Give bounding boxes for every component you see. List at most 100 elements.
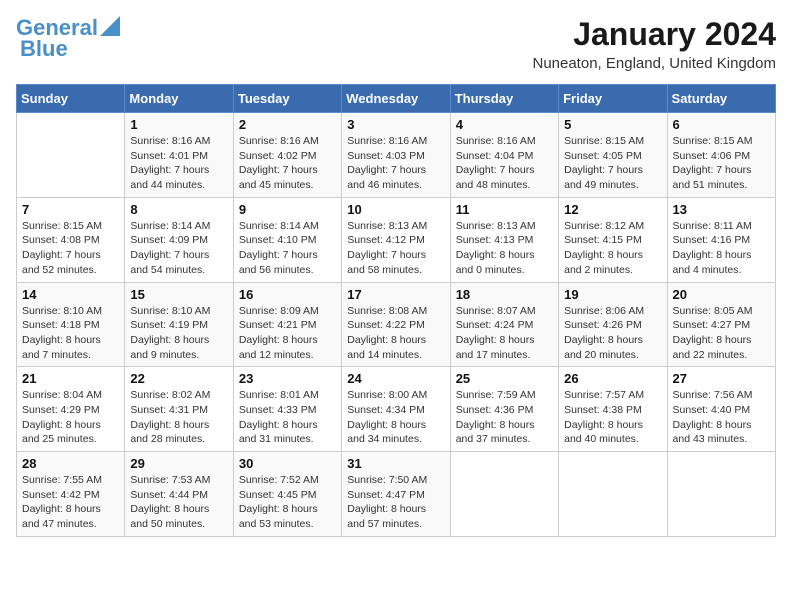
day-number: 2	[239, 117, 336, 132]
weekday-header-sunday: Sunday	[17, 85, 125, 113]
day-info: Sunrise: 8:01 AM Sunset: 4:33 PM Dayligh…	[239, 388, 336, 447]
day-info: Sunrise: 8:14 AM Sunset: 4:10 PM Dayligh…	[239, 219, 336, 278]
calendar-cell: 21 Sunrise: 8:04 AM Sunset: 4:29 PM Dayli…	[17, 367, 125, 452]
day-info: Sunrise: 8:05 AM Sunset: 4:27 PM Dayligh…	[673, 304, 770, 363]
day-info: Sunrise: 8:16 AM Sunset: 4:03 PM Dayligh…	[347, 134, 444, 193]
day-number: 18	[456, 287, 553, 302]
weekday-header-friday: Friday	[559, 85, 667, 113]
calendar-cell: 11 Sunrise: 8:13 AM Sunset: 4:13 PM Dayli…	[450, 197, 558, 282]
weekday-header-tuesday: Tuesday	[233, 85, 341, 113]
day-info: Sunrise: 7:53 AM Sunset: 4:44 PM Dayligh…	[130, 473, 227, 532]
day-number: 29	[130, 456, 227, 471]
day-info: Sunrise: 8:14 AM Sunset: 4:09 PM Dayligh…	[130, 219, 227, 278]
week-row-1: 1Sunrise: 8:16 AM Sunset: 4:01 PM Daylig…	[17, 113, 776, 198]
calendar-cell	[559, 452, 667, 537]
week-row-4: 21 Sunrise: 8:04 AM Sunset: 4:29 PM Dayli…	[17, 367, 776, 452]
day-info: Sunrise: 8:07 AM Sunset: 4:24 PM Dayligh…	[456, 304, 553, 363]
calendar-cell: 6 Sunrise: 8:15 AM Sunset: 4:06 PM Daylig…	[667, 113, 775, 198]
logo: General Blue	[16, 16, 120, 62]
calendar-cell: 7 Sunrise: 8:15 AM Sunset: 4:08 PM Daylig…	[17, 197, 125, 282]
day-info: Sunrise: 7:50 AM Sunset: 4:47 PM Dayligh…	[347, 473, 444, 532]
calendar-cell: 28Sunrise: 7:55 AM Sunset: 4:42 PM Dayli…	[17, 452, 125, 537]
day-info: Sunrise: 8:15 AM Sunset: 4:06 PM Dayligh…	[673, 134, 770, 193]
calendar-cell: 16Sunrise: 8:09 AM Sunset: 4:21 PM Dayli…	[233, 282, 341, 367]
day-number: 25	[456, 371, 553, 386]
calendar-cell: 15 Sunrise: 8:10 AM Sunset: 4:19 PM Dayli…	[125, 282, 233, 367]
logo-icon	[100, 16, 120, 36]
calendar-cell: 23 Sunrise: 8:01 AM Sunset: 4:33 PM Dayli…	[233, 367, 341, 452]
day-number: 20	[673, 287, 770, 302]
day-info: Sunrise: 7:55 AM Sunset: 4:42 PM Dayligh…	[22, 473, 119, 532]
weekday-header-saturday: Saturday	[667, 85, 775, 113]
day-number: 1	[130, 117, 227, 132]
calendar-cell	[450, 452, 558, 537]
calendar-cell: 18 Sunrise: 8:07 AM Sunset: 4:24 PM Dayli…	[450, 282, 558, 367]
day-number: 8	[130, 202, 227, 217]
day-number: 23	[239, 371, 336, 386]
calendar-cell: 19 Sunrise: 8:06 AM Sunset: 4:26 PM Dayli…	[559, 282, 667, 367]
day-info: Sunrise: 8:10 AM Sunset: 4:19 PM Dayligh…	[130, 304, 227, 363]
calendar-cell: 22 Sunrise: 8:02 AM Sunset: 4:31 PM Dayli…	[125, 367, 233, 452]
calendar-cell: 3 Sunrise: 8:16 AM Sunset: 4:03 PM Daylig…	[342, 113, 450, 198]
calendar-cell: 2Sunrise: 8:16 AM Sunset: 4:02 PM Daylig…	[233, 113, 341, 198]
calendar-cell: 1Sunrise: 8:16 AM Sunset: 4:01 PM Daylig…	[125, 113, 233, 198]
calendar-cell: 29 Sunrise: 7:53 AM Sunset: 4:44 PM Dayli…	[125, 452, 233, 537]
day-info: Sunrise: 8:12 AM Sunset: 4:15 PM Dayligh…	[564, 219, 661, 278]
calendar-cell: 9 Sunrise: 8:14 AM Sunset: 4:10 PM Daylig…	[233, 197, 341, 282]
calendar-cell: 25 Sunrise: 7:59 AM Sunset: 4:36 PM Dayli…	[450, 367, 558, 452]
title-block: January 2024 Nuneaton, England, United K…	[532, 16, 776, 72]
page-header: General Blue January 2024 Nuneaton, Engl…	[16, 16, 776, 72]
day-info: Sunrise: 8:11 AM Sunset: 4:16 PM Dayligh…	[673, 219, 770, 278]
day-number: 6	[673, 117, 770, 132]
day-number: 9	[239, 202, 336, 217]
day-info: Sunrise: 7:59 AM Sunset: 4:36 PM Dayligh…	[456, 388, 553, 447]
logo-blue: Blue	[20, 36, 68, 62]
day-number: 17	[347, 287, 444, 302]
day-number: 4	[456, 117, 553, 132]
calendar-cell: 12 Sunrise: 8:12 AM Sunset: 4:15 PM Dayli…	[559, 197, 667, 282]
day-number: 11	[456, 202, 553, 217]
day-number: 14	[22, 287, 119, 302]
day-number: 30	[239, 456, 336, 471]
week-row-2: 7 Sunrise: 8:15 AM Sunset: 4:08 PM Daylig…	[17, 197, 776, 282]
day-info: Sunrise: 8:04 AM Sunset: 4:29 PM Dayligh…	[22, 388, 119, 447]
calendar-cell	[17, 113, 125, 198]
calendar-cell: 17 Sunrise: 8:08 AM Sunset: 4:22 PM Dayli…	[342, 282, 450, 367]
calendar-cell	[667, 452, 775, 537]
day-info: Sunrise: 8:15 AM Sunset: 4:08 PM Dayligh…	[22, 219, 119, 278]
day-info: Sunrise: 8:16 AM Sunset: 4:04 PM Dayligh…	[456, 134, 553, 193]
calendar-cell: 13Sunrise: 8:11 AM Sunset: 4:16 PM Dayli…	[667, 197, 775, 282]
calendar-cell: 5Sunrise: 8:15 AM Sunset: 4:05 PM Daylig…	[559, 113, 667, 198]
weekday-header-thursday: Thursday	[450, 85, 558, 113]
day-info: Sunrise: 8:08 AM Sunset: 4:22 PM Dayligh…	[347, 304, 444, 363]
month-year-title: January 2024	[532, 16, 776, 53]
week-row-5: 28Sunrise: 7:55 AM Sunset: 4:42 PM Dayli…	[17, 452, 776, 537]
day-info: Sunrise: 8:13 AM Sunset: 4:12 PM Dayligh…	[347, 219, 444, 278]
weekday-header-monday: Monday	[125, 85, 233, 113]
day-number: 10	[347, 202, 444, 217]
calendar-cell: 27 Sunrise: 7:56 AM Sunset: 4:40 PM Dayli…	[667, 367, 775, 452]
day-number: 24	[347, 371, 444, 386]
day-number: 27	[673, 371, 770, 386]
day-info: Sunrise: 8:02 AM Sunset: 4:31 PM Dayligh…	[130, 388, 227, 447]
day-info: Sunrise: 8:06 AM Sunset: 4:26 PM Dayligh…	[564, 304, 661, 363]
day-info: Sunrise: 8:10 AM Sunset: 4:18 PM Dayligh…	[22, 304, 119, 363]
calendar-cell: 20 Sunrise: 8:05 AM Sunset: 4:27 PM Dayli…	[667, 282, 775, 367]
day-info: Sunrise: 7:57 AM Sunset: 4:38 PM Dayligh…	[564, 388, 661, 447]
day-number: 22	[130, 371, 227, 386]
day-number: 26	[564, 371, 661, 386]
day-number: 15	[130, 287, 227, 302]
day-number: 12	[564, 202, 661, 217]
calendar-cell: 14 Sunrise: 8:10 AM Sunset: 4:18 PM Dayli…	[17, 282, 125, 367]
day-info: Sunrise: 8:13 AM Sunset: 4:13 PM Dayligh…	[456, 219, 553, 278]
day-number: 19	[564, 287, 661, 302]
day-info: Sunrise: 7:52 AM Sunset: 4:45 PM Dayligh…	[239, 473, 336, 532]
calendar-cell: 26 Sunrise: 7:57 AM Sunset: 4:38 PM Dayli…	[559, 367, 667, 452]
day-number: 5	[564, 117, 661, 132]
day-number: 7	[22, 202, 119, 217]
day-info: Sunrise: 7:56 AM Sunset: 4:40 PM Dayligh…	[673, 388, 770, 447]
weekday-header-row: SundayMondayTuesdayWednesdayThursdayFrid…	[17, 85, 776, 113]
day-number: 3	[347, 117, 444, 132]
calendar-cell: 4 Sunrise: 8:16 AM Sunset: 4:04 PM Daylig…	[450, 113, 558, 198]
day-number: 21	[22, 371, 119, 386]
